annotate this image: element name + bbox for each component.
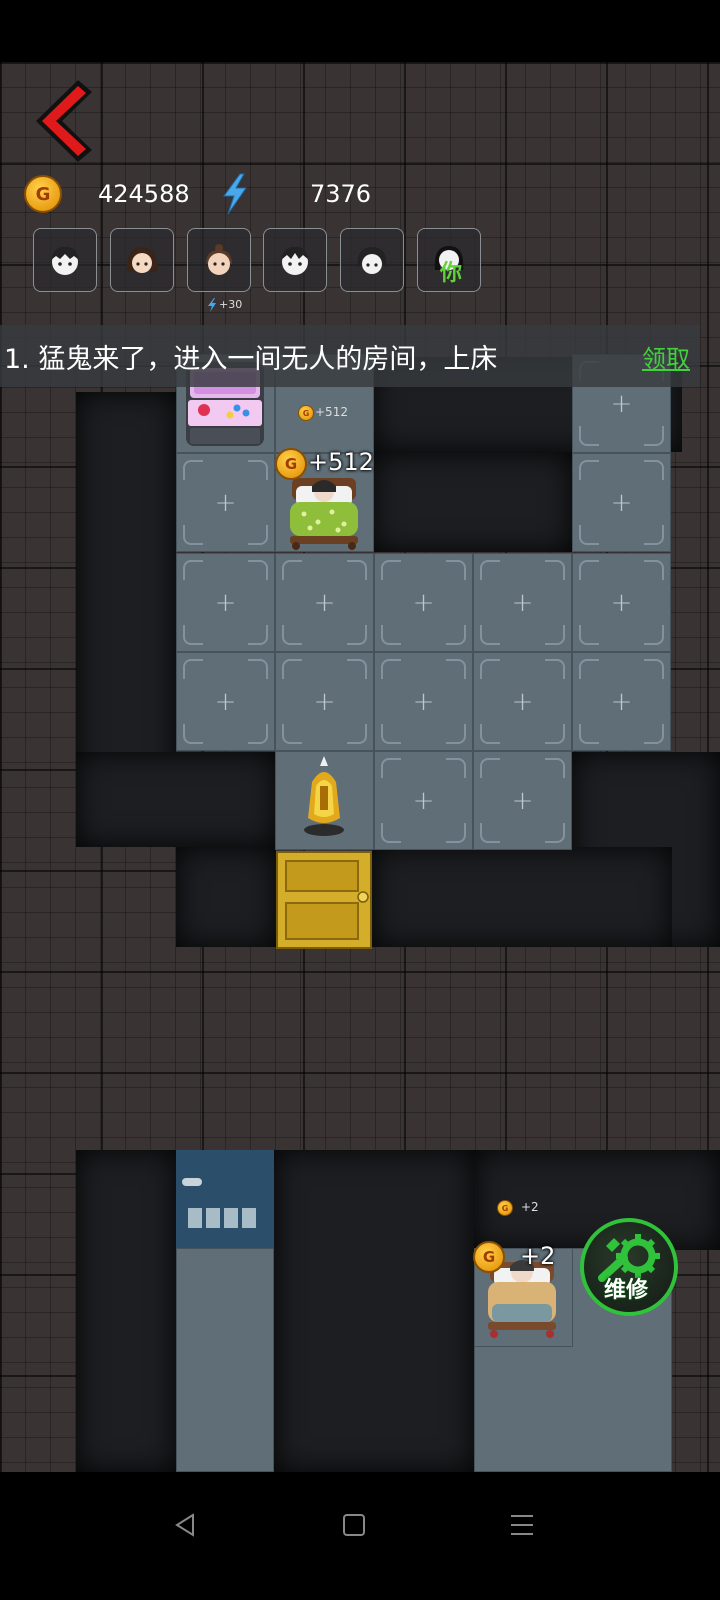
back-arrow-icon[interactable] xyxy=(26,76,96,166)
empty-slot[interactable]: + xyxy=(572,553,671,652)
corridor-wall xyxy=(372,847,672,947)
back-nav-icon[interactable] xyxy=(172,1512,198,1538)
locker-icon[interactable] xyxy=(176,1150,274,1248)
player-face-icon xyxy=(126,247,158,273)
player-avatar[interactable] xyxy=(33,228,97,292)
empty-slot[interactable]: + xyxy=(176,453,275,552)
corridor-wall xyxy=(76,752,276,847)
menu-nav-icon[interactable] xyxy=(509,1512,535,1538)
energy-bonus: +30 xyxy=(219,298,243,311)
empty-slot[interactable]: + xyxy=(473,751,572,850)
player-avatar[interactable] xyxy=(263,228,327,292)
empty-slot[interactable]: + xyxy=(572,453,671,552)
player-face-icon xyxy=(206,244,232,275)
gold-coin-icon: G xyxy=(275,448,307,480)
bed-icon[interactable] xyxy=(286,472,362,552)
coin-gain-small: +2 xyxy=(521,1200,539,1214)
plus-icon: + xyxy=(511,686,534,717)
plus-icon: + xyxy=(511,587,534,618)
empty-slot[interactable]: + xyxy=(176,652,275,751)
corridor-wall xyxy=(274,1150,474,1472)
player-face-icon xyxy=(281,246,309,275)
corridor-wall xyxy=(76,1150,176,1472)
plus-icon: + xyxy=(610,487,633,518)
energy-small-icon xyxy=(208,298,216,312)
plus-icon: + xyxy=(610,388,633,419)
plus-icon: + xyxy=(511,785,534,816)
repair-button[interactable]: 维修 xyxy=(580,1218,678,1316)
plus-icon: + xyxy=(610,686,633,717)
empty-slot[interactable]: + xyxy=(374,553,473,652)
player-face-icon xyxy=(357,247,387,274)
home-nav-icon[interactable] xyxy=(341,1512,367,1538)
turret-icon[interactable] xyxy=(298,752,350,838)
repair-label: 维修 xyxy=(604,1278,649,1303)
corridor-wall xyxy=(372,452,572,552)
plus-icon: + xyxy=(214,487,237,518)
navigation-bar xyxy=(0,1472,720,1600)
energy-amount: 7376 xyxy=(310,180,372,208)
empty-slot[interactable]: + xyxy=(275,553,374,652)
gold-coin-icon: G xyxy=(473,1241,505,1273)
you-label: 你 xyxy=(440,261,463,286)
empty-slot[interactable]: + xyxy=(275,652,374,751)
empty-slot[interactable]: + xyxy=(473,553,572,652)
plus-icon: + xyxy=(214,587,237,618)
empty-slot[interactable]: + xyxy=(473,652,572,751)
player-avatar[interactable] xyxy=(110,228,174,292)
gold-coin-icon: G xyxy=(24,175,62,213)
quest-text: 1. 猛鬼来了，进入一间无人的房间，上床 xyxy=(4,343,498,375)
empty-slot[interactable]: + xyxy=(572,652,671,751)
player-avatar-you[interactable]: 你 xyxy=(417,228,481,292)
plus-icon: + xyxy=(610,587,633,618)
empty-slot[interactable]: + xyxy=(374,751,473,850)
player-avatar[interactable] xyxy=(187,228,251,292)
plus-icon: + xyxy=(412,587,435,618)
corridor-wall xyxy=(176,847,276,947)
status-bar xyxy=(0,0,720,62)
plus-icon: + xyxy=(412,785,435,816)
plus-icon: + xyxy=(214,686,237,717)
empty-slot[interactable]: + xyxy=(176,553,275,652)
plus-icon: + xyxy=(412,686,435,717)
gold-amount: 424588 xyxy=(98,180,190,208)
door-icon[interactable] xyxy=(276,851,372,949)
coin-gain-small: +512 xyxy=(315,405,348,419)
empty-slot[interactable]: + xyxy=(374,652,473,751)
coin-gain: +2 xyxy=(520,1242,556,1270)
plus-icon: + xyxy=(313,587,336,618)
empty-slot[interactable]: + xyxy=(572,354,671,453)
coin-gain: +512 xyxy=(308,448,374,476)
room-floor xyxy=(176,1248,274,1472)
lightning-icon xyxy=(223,173,247,215)
gold-coin-icon: G xyxy=(298,405,314,421)
player-avatar[interactable] xyxy=(340,228,404,292)
plus-icon: + xyxy=(313,686,336,717)
gold-coin-icon: G xyxy=(497,1200,513,1216)
player-face-icon xyxy=(51,246,79,275)
